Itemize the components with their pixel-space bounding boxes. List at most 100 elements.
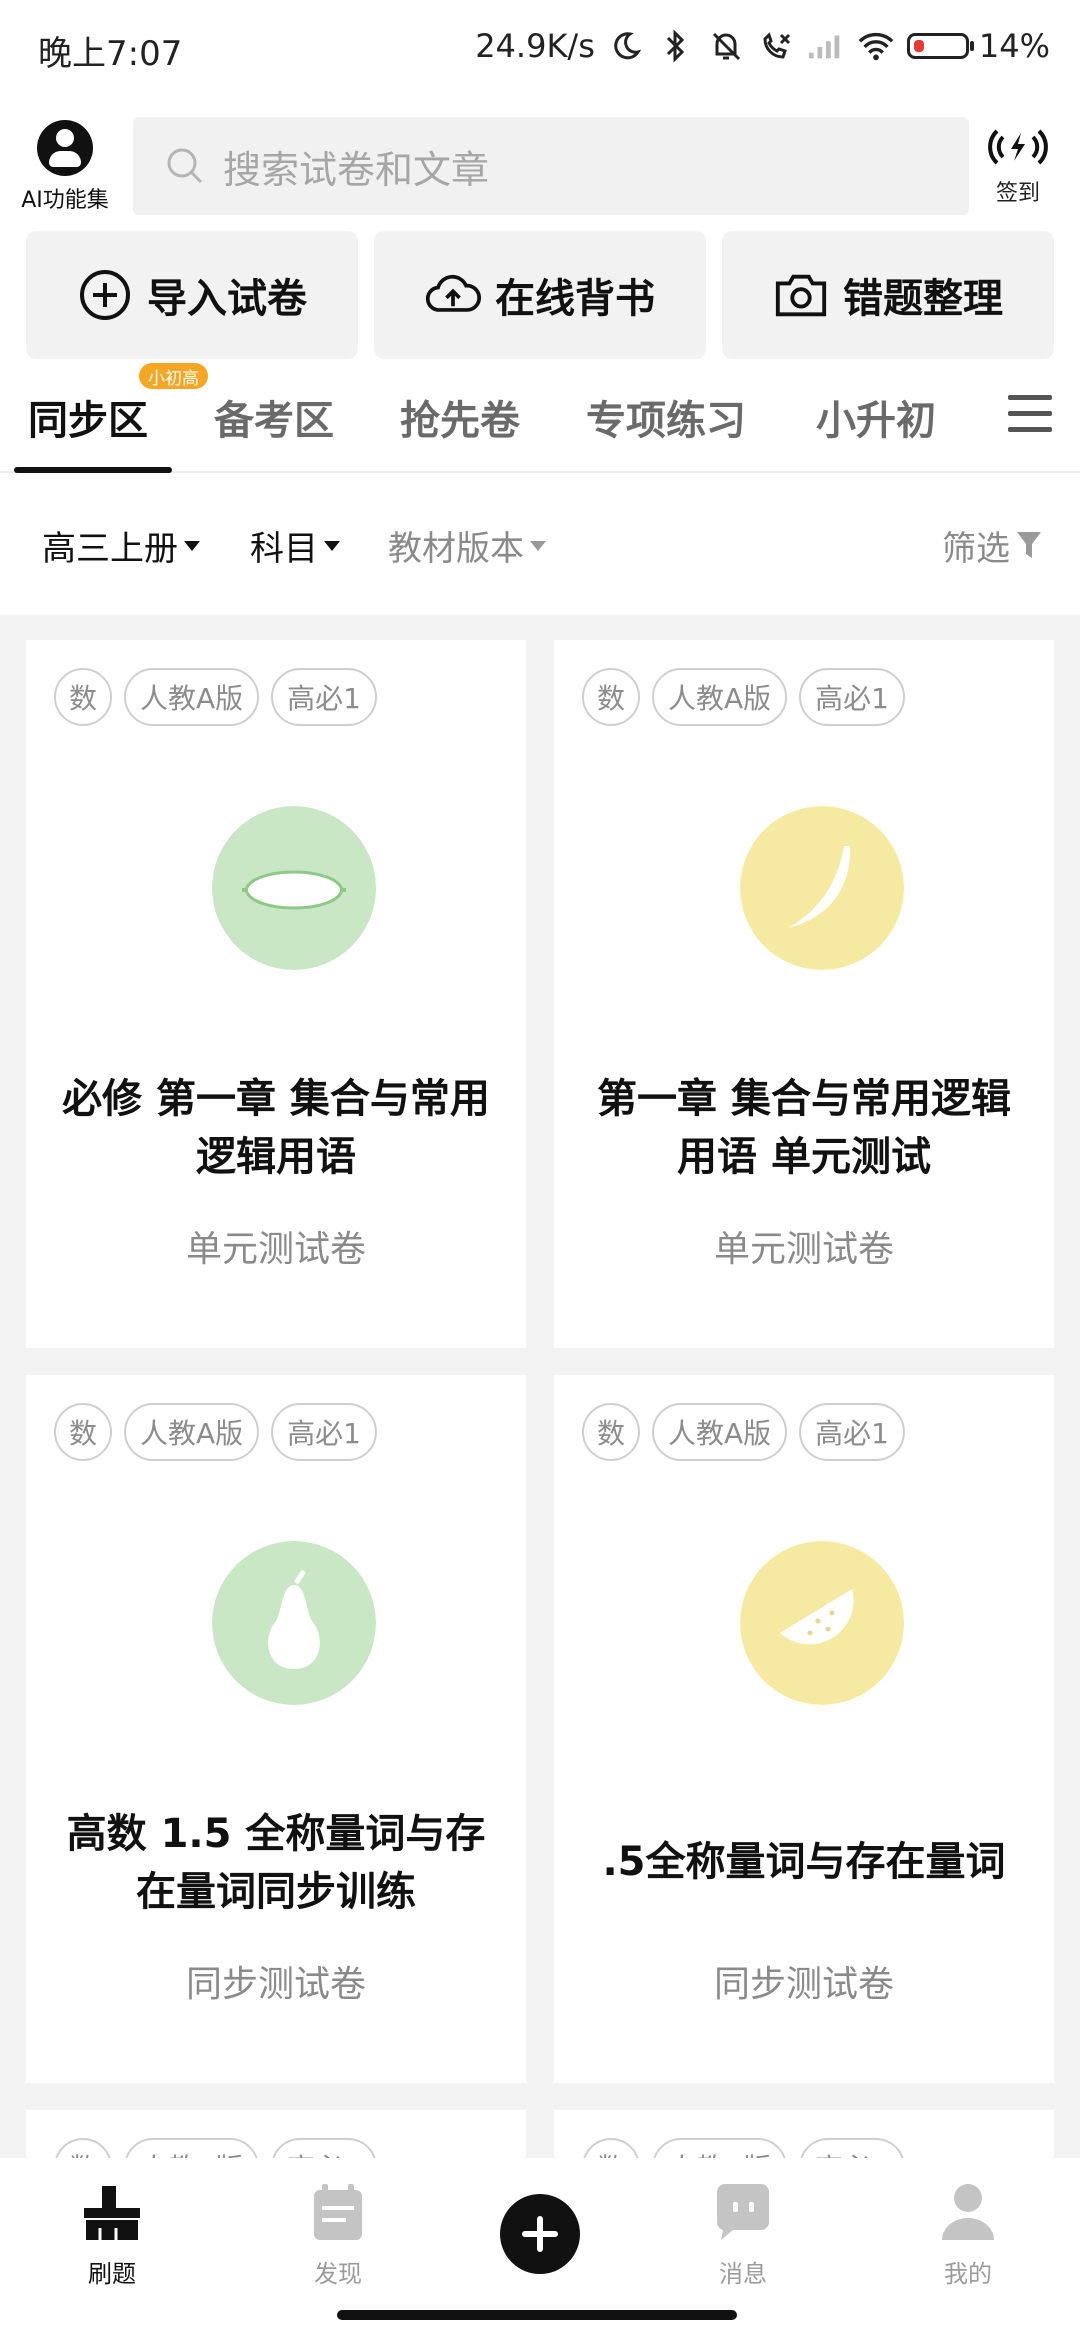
paper-card[interactable]: 数 人教A版 高必1 第一章 集合与常用逻辑用语 单元测试 单元测试卷 xyxy=(554,640,1054,1348)
book-tag: 高必1 xyxy=(799,1403,905,1461)
status-icons: 24.9K/s 14% xyxy=(475,18,1050,74)
wifi-icon xyxy=(857,27,895,65)
home-indicator[interactable] xyxy=(337,2310,737,2320)
edition-tag: 人教A版 xyxy=(124,1403,260,1461)
edition-tag: 人教A版 xyxy=(652,1403,788,1461)
brush-icon xyxy=(84,2186,140,2240)
filter-label: 筛选 xyxy=(942,528,1010,569)
battery-indicator: 14% xyxy=(906,27,1050,65)
nav-profile-label: 我的 xyxy=(944,2260,992,2288)
add-button[interactable] xyxy=(500,2194,580,2274)
tab-exam-prep-label: 备考区 xyxy=(214,398,334,444)
nav-messages[interactable]: 消息 xyxy=(673,2180,813,2289)
call-blocked-icon xyxy=(757,27,795,65)
ai-features-label: AI功能集 xyxy=(21,188,109,213)
moon-icon xyxy=(607,27,645,65)
online-recite-button[interactable]: 在线背书 xyxy=(374,231,706,359)
import-paper-label: 导入试卷 xyxy=(147,276,307,322)
paper-type: 单元测试卷 xyxy=(713,1229,894,1270)
cloud-upload-icon xyxy=(425,267,481,323)
grade-dropdown[interactable]: 高三上册 xyxy=(42,475,200,615)
book-tag: 高必1 xyxy=(271,668,377,726)
top-area: AI功能集 搜索试卷和文章 签到 导入试卷 在线背书 错题整理 同步区 小初高 … xyxy=(0,95,1080,615)
tab-special-practice-label: 专项练习 xyxy=(586,398,746,444)
paper-title: 必修 第一章 集合与常用逻辑用语 xyxy=(62,1076,490,1180)
nav-discover[interactable]: 发现 xyxy=(268,2180,408,2289)
wrong-questions-button[interactable]: 错题整理 xyxy=(722,231,1054,359)
paper-type: 同步测试卷 xyxy=(185,1964,366,2005)
online-recite-label: 在线背书 xyxy=(495,276,655,322)
grade-label: 高三上册 xyxy=(42,528,178,569)
tab-preview-papers[interactable]: 抢先卷 xyxy=(400,363,520,471)
tab-special-practice[interactable]: 专项练习 xyxy=(586,363,746,471)
nav-practice[interactable]: 刷题 xyxy=(42,2180,182,2289)
ai-features-button[interactable]: AI功能集 xyxy=(15,120,115,230)
status-time: 晚上7:07 xyxy=(38,34,183,74)
tab-sync-label: 同步区 xyxy=(28,398,148,444)
category-tabs: 同步区 小初高 备考区 抢先卷 专项练习 小升初 xyxy=(0,363,1080,473)
menu-icon[interactable] xyxy=(1008,395,1052,437)
subject-tag: 数 xyxy=(54,1403,112,1461)
subject-tag: 数 xyxy=(582,1403,640,1461)
chevron-down-icon xyxy=(184,541,200,551)
calendar-icon xyxy=(314,2184,362,2240)
signin-button[interactable]: 签到 xyxy=(968,123,1068,207)
tag-row: 数 人教A版 高必1 xyxy=(54,1403,377,1461)
avatar-icon xyxy=(37,120,93,176)
banana-icon xyxy=(740,806,904,970)
search-icon xyxy=(167,148,203,184)
edition-dropdown[interactable]: 教材版本 xyxy=(388,475,546,615)
lemon-icon xyxy=(212,806,376,970)
import-paper-button[interactable]: 导入试卷 xyxy=(26,231,358,359)
network-speed: 24.9K/s xyxy=(475,27,595,65)
funnel-icon xyxy=(1017,532,1041,558)
filter-button[interactable]: 筛选 xyxy=(942,475,1042,615)
book-tag: 高必1 xyxy=(799,668,905,726)
subject-dropdown[interactable]: 科目 xyxy=(250,475,340,615)
bell-muted-icon xyxy=(707,27,745,65)
camera-icon xyxy=(773,267,829,323)
tab-exam-prep[interactable]: 备考区 xyxy=(214,363,334,471)
nav-messages-label: 消息 xyxy=(719,2260,767,2288)
wrong-questions-label: 错题整理 xyxy=(843,276,1003,322)
tab-sync[interactable]: 同步区 小初高 xyxy=(28,363,208,471)
paper-card[interactable]: 数 人教A版 高必1 必修 第一章 集合与常用逻辑用语 单元测试卷 xyxy=(26,640,526,1348)
nav-discover-label: 发现 xyxy=(314,2260,362,2288)
tab-primary-to-middle[interactable]: 小升初 xyxy=(816,363,936,471)
paper-type: 单元测试卷 xyxy=(185,1229,366,1270)
edition-tag: 人教A版 xyxy=(124,668,260,726)
tab-primary-to-middle-label: 小升初 xyxy=(816,398,936,444)
edition-tag: 人教A版 xyxy=(652,668,788,726)
search-placeholder: 搜索试卷和文章 xyxy=(223,147,490,192)
book-tag: 高必1 xyxy=(271,1403,377,1461)
subject-label: 科目 xyxy=(250,528,318,569)
nav-profile[interactable]: 我的 xyxy=(898,2180,1038,2289)
melon-slice-icon xyxy=(740,1541,904,1705)
person-icon xyxy=(942,2184,994,2240)
subject-tag: 数 xyxy=(54,668,112,726)
paper-title: 第一章 集合与常用逻辑用语 单元测试 xyxy=(597,1076,1011,1180)
paper-title: .5全称量词与存在量词 xyxy=(602,1839,1006,1885)
signin-label: 签到 xyxy=(995,181,1040,206)
chevron-down-icon xyxy=(530,541,546,551)
signal-icon xyxy=(807,27,845,65)
filter-bar: 高三上册 科目 教材版本 筛选 xyxy=(0,475,1080,615)
tag-row: 数 人教A版 高必1 xyxy=(582,668,905,726)
search-input[interactable]: 搜索试卷和文章 xyxy=(133,117,969,215)
chevron-down-icon xyxy=(324,541,340,551)
paper-card[interactable]: 数 人教A版 高必1 高数 1.5 全称量词与存在量词同步训练 同步测试卷 xyxy=(26,1375,526,2083)
plus-circle-icon xyxy=(77,267,133,323)
status-bar: 晚上7:07 24.9K/s 14% xyxy=(0,0,1080,95)
battery-icon xyxy=(906,33,974,59)
paper-card[interactable]: 数 人教A版 高必1 .5全称量词与存在量词 同步测试卷 xyxy=(554,1375,1054,2083)
active-tab-indicator xyxy=(14,467,172,473)
pear-icon xyxy=(212,1541,376,1705)
bottom-nav: 刷题 发现 消息 我的 xyxy=(0,2158,1080,2340)
nav-practice-label: 刷题 xyxy=(88,2260,136,2288)
battery-percent: 14% xyxy=(978,27,1050,65)
paper-title: 高数 1.5 全称量词与存在量词同步训练 xyxy=(66,1811,486,1915)
bluetooth-icon xyxy=(657,27,695,65)
quick-actions: 导入试卷 在线背书 错题整理 xyxy=(26,231,1054,359)
paper-type: 同步测试卷 xyxy=(713,1964,894,2005)
signin-icon xyxy=(988,129,1048,165)
